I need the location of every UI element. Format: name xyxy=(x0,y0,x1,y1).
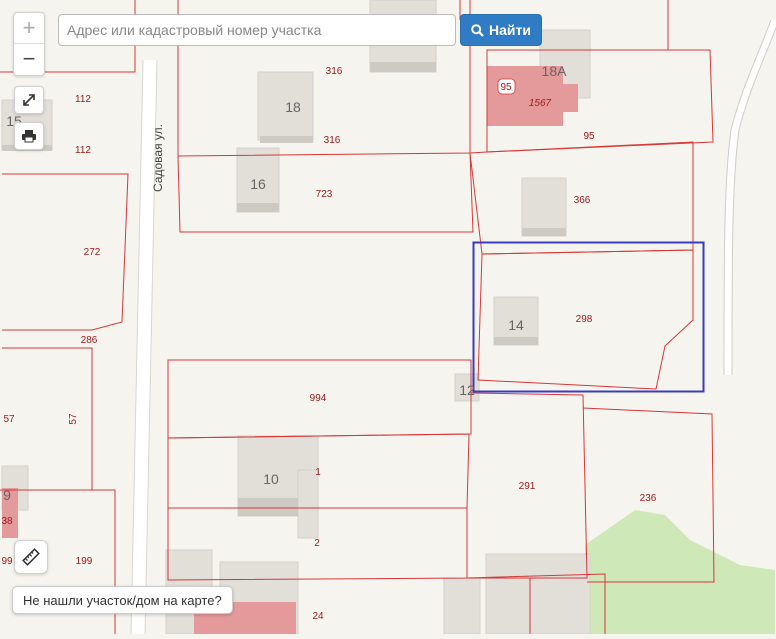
building-366 xyxy=(521,177,567,237)
parcel-label: 24 xyxy=(312,611,324,622)
house-number: 16 xyxy=(250,176,266,192)
search-button[interactable]: Найти xyxy=(460,14,542,46)
shadow-366 xyxy=(522,228,566,236)
zoom-in-button[interactable]: + xyxy=(14,13,44,44)
shadow-18 xyxy=(260,136,313,143)
zoom-out-button[interactable]: − xyxy=(14,44,44,74)
measure-button[interactable] xyxy=(14,540,48,574)
search-input[interactable] xyxy=(58,14,456,46)
shadow-14 xyxy=(494,337,538,345)
search-button-label: Найти xyxy=(489,22,531,38)
expand-icon xyxy=(23,94,35,106)
house-number: 18 xyxy=(285,99,301,115)
map-canvas: 15 18 18А 16 14 12 10 9 38 316 316 112 1… xyxy=(0,0,776,635)
shadow-top xyxy=(370,62,436,72)
shadow-10 xyxy=(238,498,298,516)
parcel-label: 112 xyxy=(75,145,91,156)
parcel-label: 1567 xyxy=(529,98,552,109)
parcel-label: 2 xyxy=(314,538,320,549)
search-icon xyxy=(471,23,484,37)
house-number: 9 xyxy=(3,487,11,503)
house-number: 10 xyxy=(263,471,279,487)
parcel-label: 316 xyxy=(324,135,341,146)
parcel-label: 723 xyxy=(316,189,333,200)
parcel-label: 112 xyxy=(75,94,91,105)
house-number: 12 xyxy=(459,382,475,398)
ruler-icon xyxy=(22,548,40,566)
street-label: Садовая ул. xyxy=(151,124,165,192)
parcel-label: 99 xyxy=(1,556,13,567)
parcel-label: 236 xyxy=(640,493,657,504)
print-button[interactable] xyxy=(14,122,44,150)
parcel-label: 366 xyxy=(574,195,591,206)
parcel-label: 57 xyxy=(68,413,79,425)
parcel-label: 298 xyxy=(576,314,593,325)
building-bottom-right xyxy=(485,553,591,635)
house-number: 38 xyxy=(1,516,13,527)
house-number: 18А xyxy=(542,63,568,79)
parcel-label: 291 xyxy=(519,481,536,492)
parcel-label: 316 xyxy=(326,66,343,77)
parcel-label: 286 xyxy=(81,335,98,346)
parcel-label: 57 xyxy=(3,414,15,425)
parcel-label: 1 xyxy=(315,467,321,478)
zoom-control: + − xyxy=(13,12,45,76)
building-bottom-mid xyxy=(443,577,481,635)
parcel-label: 199 xyxy=(76,556,93,567)
building-10-ext xyxy=(297,469,319,539)
parcel-label: 272 xyxy=(84,247,101,258)
house-number: 14 xyxy=(508,317,524,333)
not-found-button[interactable]: Не нашли участок/дом на карте? xyxy=(12,586,233,614)
parcel-label: 95 xyxy=(583,131,595,142)
printer-icon xyxy=(22,130,36,143)
cadastral-map[interactable]: 15 18 18А 16 14 12 10 9 38 316 316 112 1… xyxy=(0,0,776,635)
parcel-label: 994 xyxy=(310,393,327,404)
parcel-label: 95 xyxy=(500,82,512,93)
shadow-16 xyxy=(237,203,279,212)
fullscreen-button[interactable] xyxy=(14,86,44,114)
